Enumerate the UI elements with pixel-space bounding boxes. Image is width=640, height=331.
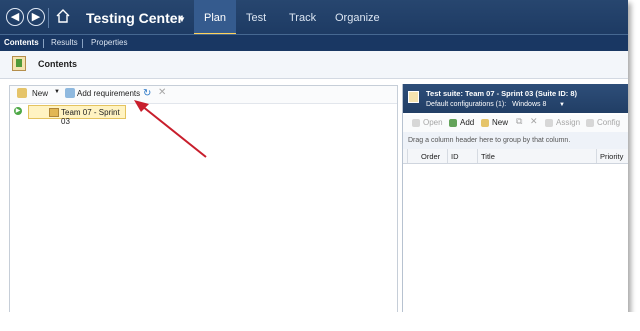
annotation-arrow: [134, 100, 207, 158]
testing-center-window: ◀ ▶ Testing Center ▼ Plan Test Track Org…: [0, 0, 628, 322]
torn-paper-edge: [0, 312, 640, 331]
